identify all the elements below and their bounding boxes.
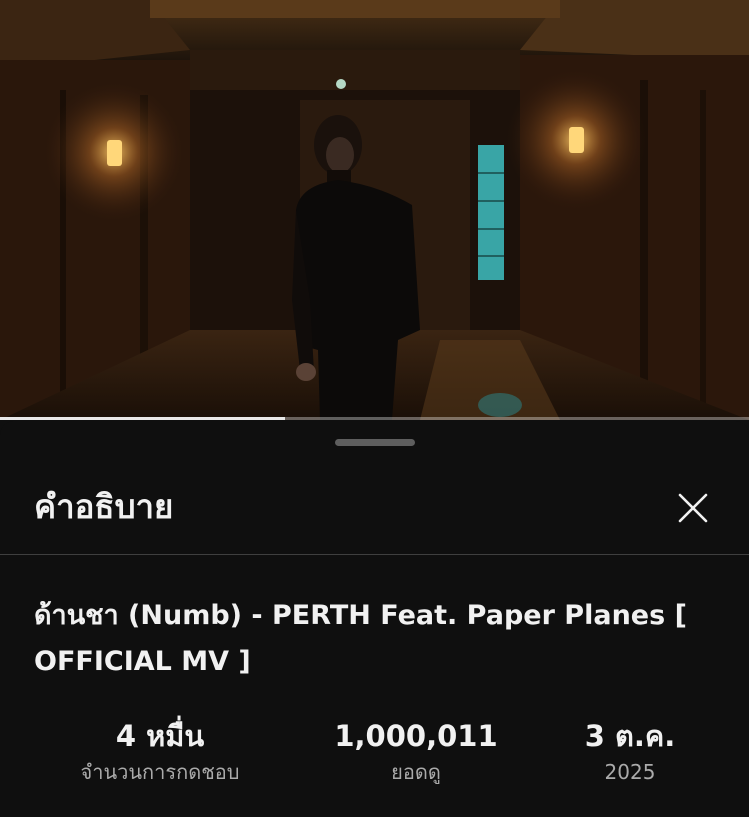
video-title: ด้านชา (Numb) - PERTH Feat. Paper Planes… bbox=[34, 600, 687, 677]
sheet-title: คำอธิบาย bbox=[34, 487, 174, 526]
close-button[interactable] bbox=[666, 481, 720, 535]
stat-likes: 4 หมื่น จำนวนการกดชอบ bbox=[40, 716, 280, 788]
video-progress-fill bbox=[0, 417, 285, 420]
stat-views: 1,000,011 ยอดดู bbox=[298, 716, 534, 788]
stat-publish-date: 3 ต.ค. 2025 bbox=[530, 716, 730, 788]
publish-day-month: 3 ต.ค. bbox=[584, 719, 676, 753]
views-label: ยอดดู bbox=[391, 760, 441, 784]
description-screen: คำอธิบาย ด้านชา (Numb) - PERTH Feat. Pap… bbox=[0, 0, 749, 817]
video-player[interactable] bbox=[0, 0, 749, 420]
publish-year: 2025 bbox=[604, 760, 656, 784]
sheet-drag-handle[interactable] bbox=[335, 439, 415, 446]
close-icon bbox=[678, 493, 708, 523]
video-progress-bar[interactable] bbox=[0, 417, 749, 420]
likes-count: 4 หมื่น bbox=[115, 719, 205, 753]
sheet-divider bbox=[0, 554, 749, 555]
video-frame-image bbox=[0, 0, 749, 420]
likes-label: จำนวนการกดชอบ bbox=[80, 760, 240, 784]
views-count: 1,000,011 bbox=[334, 719, 498, 753]
description-sheet: คำอธิบาย ด้านชา (Numb) - PERTH Feat. Pap… bbox=[0, 421, 749, 817]
video-stats: 4 หมื่น จำนวนการกดชอบ 1,000,011 ยอดดู 3 … bbox=[0, 716, 749, 806]
